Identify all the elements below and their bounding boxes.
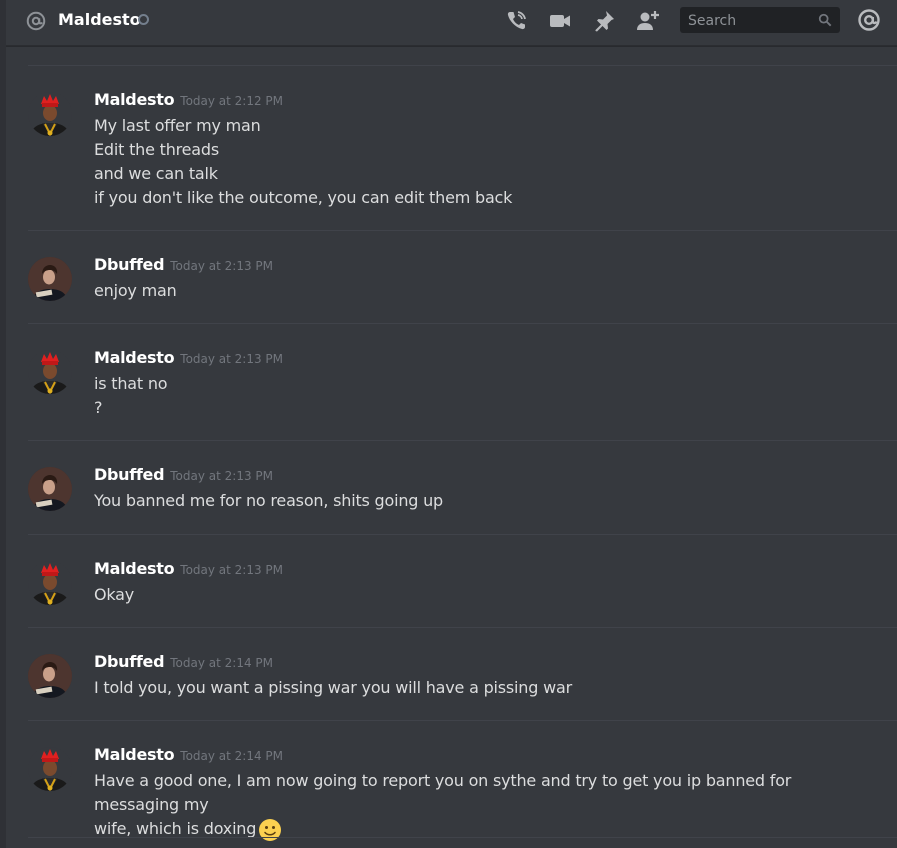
pin-icon[interactable] [592, 9, 616, 33]
offline-status-icon [138, 14, 149, 25]
maldesto-avatar-icon [28, 747, 72, 791]
message-header: Maldesto Today at 2:12 PM [94, 90, 283, 109]
message-content: enjoy man [94, 279, 857, 303]
dbuffed-avatar-icon [28, 257, 72, 301]
avatar[interactable] [28, 467, 72, 511]
username[interactable]: Dbuffed [94, 465, 165, 484]
message-line: and we can talk [94, 164, 218, 183]
message-line: Edit the threads [94, 140, 219, 159]
message-content: is that no ? [94, 372, 857, 420]
message-line: I told you, you want a pissing war you w… [94, 678, 572, 697]
dbuffed-avatar-icon [28, 654, 72, 698]
avatar[interactable] [28, 561, 72, 605]
message-divider [28, 837, 897, 838]
avatar[interactable] [28, 350, 72, 394]
dbuffed-avatar-icon [28, 467, 72, 511]
message-header: Dbuffed Today at 2:13 PM [94, 465, 273, 484]
timestamp: Today at 2:13 PM [170, 469, 274, 483]
message-content: You banned me for no reason, shits going… [94, 489, 857, 513]
message-divider [28, 534, 897, 535]
username[interactable]: Maldesto [94, 90, 175, 109]
timestamp: Today at 2:14 PM [170, 656, 274, 670]
message-header: Maldesto Today at 2:13 PM [94, 348, 283, 367]
message-content: Have a good one, I am now going to repor… [94, 769, 857, 842]
avatar[interactable] [28, 257, 72, 301]
message-divider [28, 627, 897, 628]
message-header: Maldesto Today at 2:13 PM [94, 559, 283, 578]
message-line: Okay [94, 585, 135, 604]
message-content: My last offer my man Edit the threads an… [94, 114, 857, 210]
username[interactable]: Maldesto [94, 559, 175, 578]
message-header: Dbuffed Today at 2:13 PM [94, 255, 273, 274]
message-content: Okay [94, 583, 857, 607]
avatar[interactable] [28, 747, 72, 791]
maldesto-avatar-icon [28, 561, 72, 605]
message-divider [28, 65, 897, 66]
add-friend-icon[interactable] [636, 9, 660, 33]
mention-icon[interactable] [857, 8, 881, 32]
avatar[interactable] [28, 654, 72, 698]
avatar[interactable] [28, 92, 72, 136]
message-line: You banned me for no reason, shits going… [94, 491, 444, 510]
message-line: My last offer my man [94, 116, 261, 135]
message-header: Maldesto Today at 2:14 PM [94, 745, 283, 764]
call-icon[interactable] [504, 9, 528, 33]
message-header: Dbuffed Today at 2:14 PM [94, 652, 273, 671]
message-content: I told you, you want a pissing war you w… [94, 676, 857, 700]
message-line: ? [94, 398, 103, 417]
message-line: enjoy man [94, 281, 177, 300]
message-line: is that no [94, 374, 168, 393]
channel-header: Maldesto [6, 0, 897, 46]
channel-title: Maldesto [58, 10, 141, 29]
username[interactable]: Maldesto [94, 745, 175, 764]
maldesto-avatar-icon [28, 350, 72, 394]
timestamp: Today at 2:12 PM [180, 94, 284, 108]
message-list: Maldesto Today at 2:12 PM My last offer m… [6, 46, 897, 848]
timestamp: Today at 2:14 PM [180, 749, 284, 763]
timestamp: Today at 2:13 PM [180, 352, 284, 366]
video-icon[interactable] [548, 9, 572, 33]
message-line-text: wife, which is doxing [94, 819, 257, 838]
dm-window: Maldesto Search Maldesto Today at 2:12 P… [0, 0, 897, 848]
maldesto-avatar-icon [28, 92, 72, 136]
message-divider [28, 230, 897, 231]
search-input[interactable] [686, 10, 810, 32]
timestamp: Today at 2:13 PM [180, 563, 284, 577]
search-icon [818, 13, 832, 27]
at-icon [26, 11, 46, 31]
message-divider [28, 440, 897, 441]
username[interactable]: Maldesto [94, 348, 175, 367]
search-box[interactable] [680, 7, 840, 33]
timestamp: Today at 2:13 PM [170, 259, 274, 273]
message-line: Have a good one, I am now going to repor… [94, 771, 792, 814]
message-divider [28, 323, 897, 324]
username[interactable]: Dbuffed [94, 255, 165, 274]
username[interactable]: Dbuffed [94, 652, 165, 671]
message-divider [28, 720, 897, 721]
message-line: if you don't like the outcome, you can e… [94, 188, 513, 207]
